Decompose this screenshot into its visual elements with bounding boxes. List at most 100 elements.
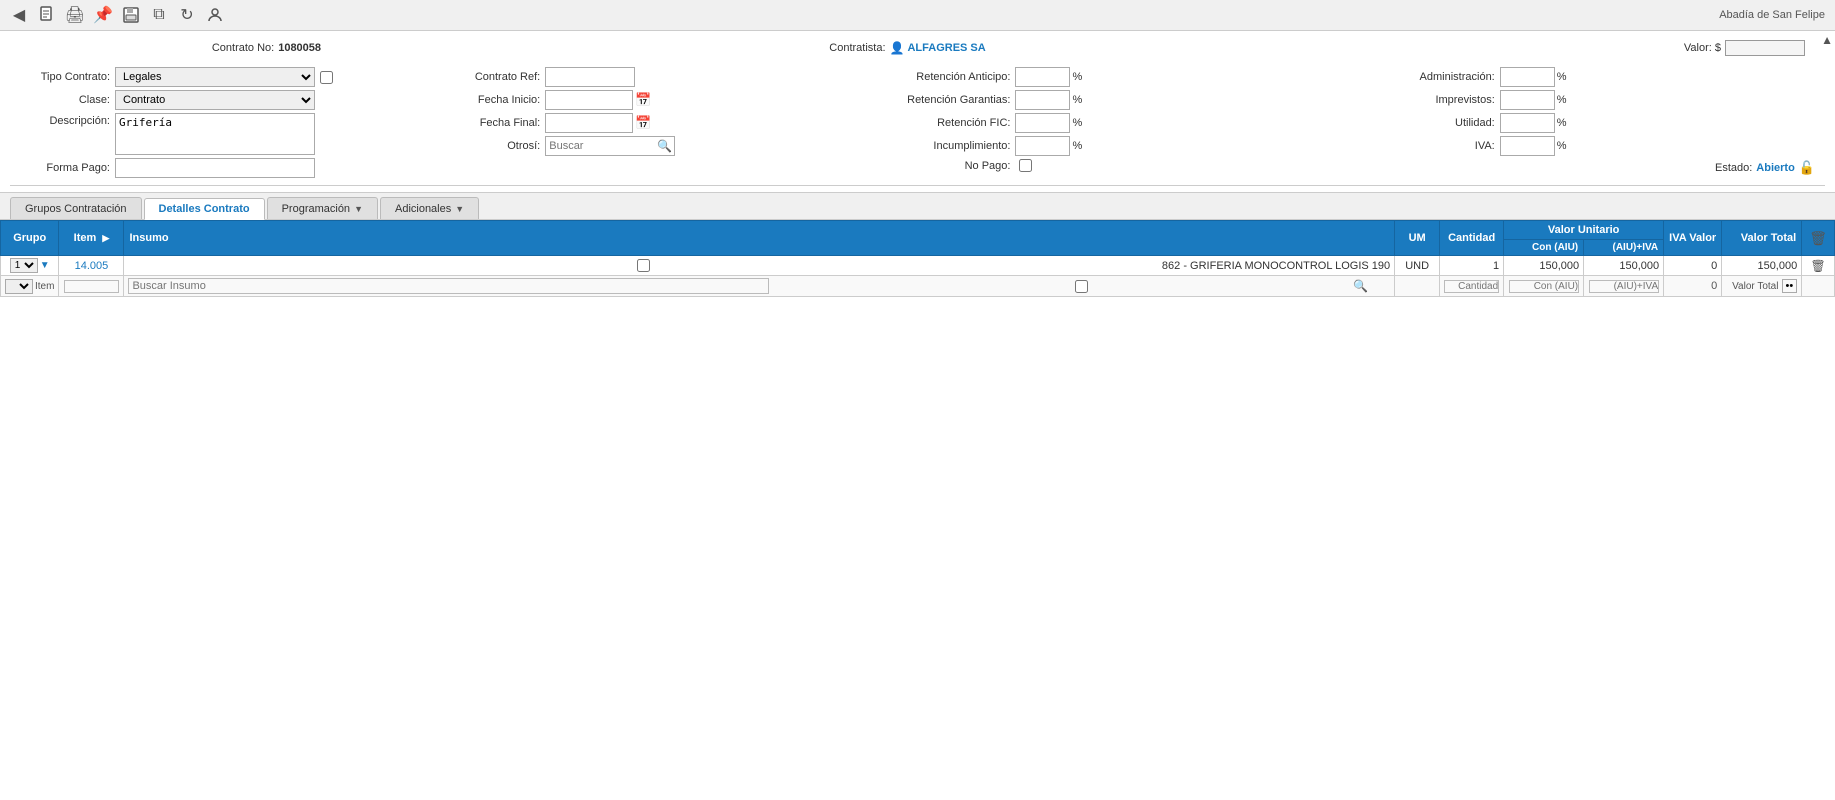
row-expand-icon[interactable]: ▼: [40, 260, 50, 271]
cantidad-value: 1: [1493, 260, 1499, 272]
collapse-header-icon[interactable]: ▲: [1821, 33, 1833, 47]
fecha-final-label: Fecha Final:: [450, 117, 540, 129]
retencion-garantias-input[interactable]: 10: [1015, 90, 1070, 110]
form-col-right: Retención Anticipo: 0.00 % Retención Gar…: [880, 67, 1394, 181]
contract-no-section: Contrato No: 1080058: [10, 42, 523, 54]
tab-programacion[interactable]: Programación ▼: [267, 197, 378, 219]
incumplimiento-input[interactable]: 0.00: [1015, 136, 1070, 156]
contrato-ref-input[interactable]: [545, 67, 635, 87]
iva-label: IVA:: [1395, 140, 1495, 152]
tab-detalles-contrato[interactable]: Detalles Contrato: [144, 198, 265, 220]
new-insumo-input[interactable]: [128, 278, 768, 294]
new-row-cantidad: [1440, 276, 1504, 297]
administracion-input[interactable]: 0.00: [1500, 67, 1555, 87]
new-row-con-aiu: [1504, 276, 1584, 297]
th-insumo: Insumo: [124, 221, 1395, 256]
adicionales-dropdown-arrow[interactable]: ▼: [455, 204, 464, 214]
tipo-contrato-checkbox[interactable]: [320, 71, 333, 84]
item-value: 14.005: [75, 260, 109, 272]
new-grupo-select[interactable]: [5, 279, 33, 294]
new-total-label: Valor Total: [1732, 281, 1778, 292]
form-col-mid: Contrato Ref: Fecha Inicio: 21/09/2022 📅…: [450, 67, 880, 181]
no-pago-checkbox[interactable]: [1019, 159, 1032, 172]
retencion-garantias-label: Retención Garantias:: [880, 94, 1010, 106]
items-table: Grupo Item ▶ Insumo UM Cantidad Valor Un…: [0, 220, 1835, 297]
contrato-ref-label: Contrato Ref:: [450, 71, 540, 83]
retencion-anticipo-input[interactable]: 0.00: [1015, 67, 1070, 87]
new-aiu-hva-input[interactable]: [1589, 280, 1659, 293]
refresh-icon[interactable]: ↻: [176, 4, 198, 26]
new-row-grupo: Item: [1, 276, 59, 297]
utilidad-input[interactable]: 0.00: [1500, 113, 1555, 133]
tipo-contrato-select[interactable]: Legales Especiales: [115, 67, 315, 87]
con-aiu-value: 150,000: [1539, 260, 1579, 272]
new-row-item: [59, 276, 124, 297]
item-sort-icon[interactable]: ▶: [102, 233, 109, 243]
new-item-input[interactable]: [64, 280, 119, 293]
grupo-select[interactable]: 1: [10, 258, 38, 273]
toolbar: ◀ 🖨 📌 ⧉ ↻ Abadía de San Felipe: [0, 0, 1835, 31]
pin-icon[interactable]: 📌: [92, 4, 114, 26]
new-row-um: [1395, 276, 1440, 297]
estado-label: Estado:: [1715, 162, 1752, 174]
new-cantidad-input[interactable]: [1444, 280, 1499, 293]
row-um: UND: [1395, 256, 1440, 276]
clase-select[interactable]: Contrato Otro: [115, 90, 315, 110]
aiu-hva-value: 150,000: [1619, 260, 1659, 272]
clase-label: Clase:: [20, 94, 110, 106]
programacion-dropdown-arrow[interactable]: ▼: [354, 204, 363, 214]
imprevistos-label: Imprevistos:: [1395, 94, 1495, 106]
new-item-label: Item: [35, 281, 54, 292]
fecha-final-input[interactable]: 30/09/2022: [545, 113, 633, 133]
iva-pct: %: [1557, 140, 1567, 152]
new-doc-icon[interactable]: [36, 4, 58, 26]
fecha-inicio-calendar-icon[interactable]: 📅: [635, 92, 651, 108]
estado-value: Abierto: [1756, 162, 1795, 174]
descripcion-textarea[interactable]: Grifería: [115, 113, 315, 155]
row-item: 14.005: [59, 256, 124, 276]
save-icon[interactable]: [120, 4, 142, 26]
otrosi-input[interactable]: [545, 136, 675, 156]
back-icon[interactable]: ◀: [8, 4, 30, 26]
tab-grupos-contratacion[interactable]: Grupos Contratación: [10, 197, 142, 219]
new-con-aiu-input[interactable]: [1509, 280, 1579, 293]
print-icon[interactable]: 🖨: [64, 4, 86, 26]
app-title: Abadía de San Felipe: [1719, 9, 1825, 21]
fecha-final-calendar-icon[interactable]: 📅: [635, 115, 651, 131]
th-valor-unitario: Valor Unitario: [1504, 221, 1664, 240]
iva-input[interactable]: 0.00: [1500, 136, 1555, 156]
th-cantidad: Cantidad: [1440, 221, 1504, 256]
user-icon[interactable]: [204, 4, 226, 26]
otrosi-search-icon[interactable]: 🔍: [657, 139, 672, 153]
row-aiu-hva: 150,000: [1584, 256, 1664, 276]
forma-pago-input[interactable]: [115, 158, 315, 178]
th-um: UM: [1395, 221, 1440, 256]
copy-icon[interactable]: ⧉: [148, 4, 170, 26]
new-total-ellipsis[interactable]: ••: [1782, 279, 1798, 293]
tab-adicionales[interactable]: Adicionales ▼: [380, 197, 479, 219]
th-item[interactable]: Item ▶: [59, 221, 124, 256]
contratista-section: Contratista: 👤 ALFAGRES SA: [523, 41, 1292, 55]
imprevistos-pct: %: [1557, 94, 1567, 106]
valor-input[interactable]: 150,000: [1725, 40, 1805, 56]
row-delete: 🗑: [1802, 256, 1835, 276]
incumplimiento-pct: %: [1072, 140, 1082, 152]
insumo-search-icon[interactable]: 🔍: [1353, 279, 1368, 293]
delete-all-button[interactable]: 🗑: [1807, 230, 1829, 247]
new-row-iva: 0: [1664, 276, 1722, 297]
retencion-fic-input[interactable]: 10: [1015, 113, 1070, 133]
row-insumo-checkbox[interactable]: [128, 259, 1158, 272]
no-pago-label: No Pago:: [880, 160, 1010, 172]
fecha-inicio-input[interactable]: 21/09/2022: [545, 90, 633, 110]
administracion-label: Administración:: [1395, 71, 1495, 83]
retencion-fic-pct: %: [1072, 117, 1082, 129]
row-con-aiu: 150,000: [1504, 256, 1584, 276]
row-delete-button[interactable]: 🗑: [1808, 259, 1827, 273]
fecha-inicio-label: Fecha Inicio:: [450, 94, 540, 106]
new-row-insumo: 🔍: [124, 276, 1395, 297]
utilidad-label: Utilidad:: [1395, 117, 1495, 129]
lock-icon[interactable]: 🔓: [1799, 160, 1815, 176]
table-row: 1 ▼ 14.005 862 - GRIFERIA MONOCONTROL LO…: [1, 256, 1835, 276]
imprevistos-input[interactable]: 0.00: [1500, 90, 1555, 110]
new-insumo-checkbox[interactable]: [773, 280, 1390, 293]
